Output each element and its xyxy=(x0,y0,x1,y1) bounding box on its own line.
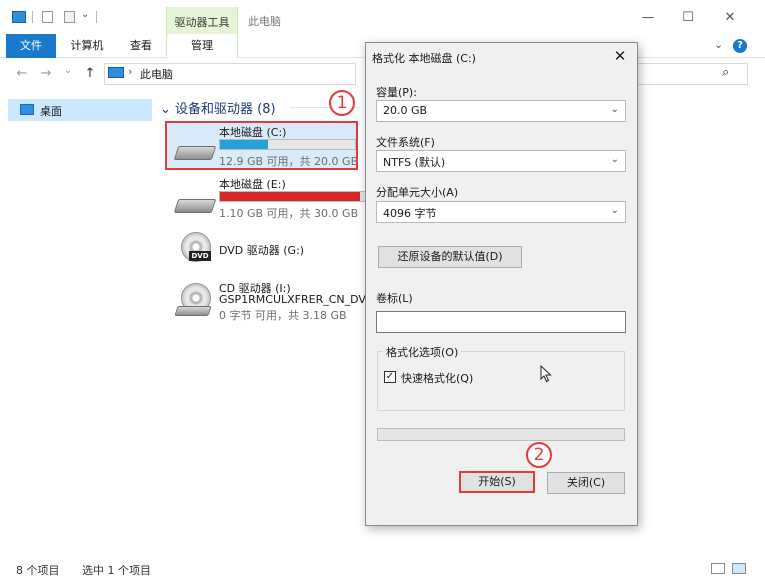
nav-item-label: 桌面 xyxy=(40,105,62,118)
capacity-select[interactable]: 20.0 GB ⌄ xyxy=(376,100,626,122)
close-button[interactable]: ✕ xyxy=(718,10,742,26)
format-progress-bar xyxy=(377,428,625,441)
drive-g-name[interactable]: DVD 驱动器 (G:) xyxy=(219,242,304,258)
alloc-unit-select[interactable]: 4096 字节 ⌄ xyxy=(376,201,626,223)
alloc-unit-value: 4096 字节 xyxy=(383,207,437,220)
back-icon[interactable]: ← xyxy=(14,66,30,81)
volume-label-label: 卷标(L) xyxy=(376,292,413,305)
toolbar-divider xyxy=(96,11,97,23)
capacity-label: 容量(P): xyxy=(376,86,417,99)
breadcrumb-this-pc[interactable]: 此电脑 xyxy=(140,66,173,82)
quick-format-checkbox[interactable]: ✓ xyxy=(384,371,396,383)
filesystem-value: NTFS (默认) xyxy=(383,156,446,169)
customize-toolbar-icon[interactable]: ⌄ xyxy=(81,9,89,20)
desktop-icon xyxy=(20,104,34,115)
dvd-tag: DVD xyxy=(189,251,211,261)
search-box[interactable] xyxy=(636,63,748,85)
callout-1: 1 xyxy=(329,90,355,116)
this-pc-icon xyxy=(108,67,124,78)
drive-c-usage-fill xyxy=(220,140,268,149)
filesystem-label: 文件系统(F) xyxy=(376,136,435,149)
drive-c-name: 本地磁盘 (C:) xyxy=(219,126,287,139)
tab-view[interactable]: 查看 xyxy=(122,34,160,58)
new-folder-icon[interactable] xyxy=(64,11,75,23)
drive-e-name[interactable]: 本地磁盘 (E:) xyxy=(219,176,286,192)
chevron-down-icon: ⌄ xyxy=(610,205,619,216)
dialog-close-icon[interactable]: ✕ xyxy=(608,46,632,66)
drive-e-usage-bar xyxy=(219,191,365,202)
recent-locations-icon[interactable]: ⌄ xyxy=(60,65,76,76)
details-view-icon[interactable] xyxy=(711,563,725,574)
chevron-down-icon: ⌄ xyxy=(610,154,619,165)
tab-computer[interactable]: 计算机 xyxy=(64,34,110,58)
drive-e-usage-fill xyxy=(220,192,360,201)
help-icon[interactable]: ? xyxy=(733,39,747,53)
computer-icon xyxy=(12,11,26,23)
tab-file[interactable]: 文件 xyxy=(6,34,56,58)
start-button[interactable]: 开始(S) xyxy=(459,471,535,493)
capacity-value: 20.0 GB xyxy=(383,104,428,117)
alloc-unit-label: 分配单元大小(A) xyxy=(376,186,459,199)
volume-label-input[interactable] xyxy=(376,311,626,333)
hard-drive-icon xyxy=(173,146,217,160)
check-icon: ✓ xyxy=(385,371,395,382)
tab-manage[interactable]: 管理 xyxy=(166,34,238,58)
filesystem-select[interactable]: NTFS (默认) ⌄ xyxy=(376,150,626,172)
quick-format-label: 快速格式化(Q) xyxy=(401,372,474,385)
dialog-title: 格式化 本地磁盘 (C:) xyxy=(372,52,476,65)
forward-icon[interactable]: → xyxy=(38,66,54,81)
restore-defaults-button[interactable]: 还原设备的默认值(D) xyxy=(378,246,522,268)
large-icons-view-icon[interactable] xyxy=(732,563,746,574)
status-selected-count: 选中 1 个项目 xyxy=(82,564,151,577)
status-item-count: 8 个项目 xyxy=(16,564,60,577)
window-title: 此电脑 xyxy=(248,15,281,28)
properties-icon[interactable] xyxy=(42,11,53,23)
drive-tools-header: 驱动器工具 xyxy=(166,7,238,34)
ribbon-expand-icon[interactable]: ⌄ xyxy=(714,38,723,51)
breadcrumb-separator: › xyxy=(128,65,133,78)
drive-i-info: 0 字节 可用，共 3.18 GB xyxy=(219,309,347,322)
close-dialog-button[interactable]: 关闭(C) xyxy=(547,472,625,494)
hard-drive-icon xyxy=(173,199,217,213)
format-options-title: 格式化选项(O) xyxy=(383,344,462,360)
search-icon[interactable]: ⌕ xyxy=(722,65,729,80)
chevron-down-icon: ⌄ xyxy=(610,104,619,115)
drive-i-label: GSP1RMCULXFRER_CN_DVD xyxy=(219,293,365,306)
drive-c-info: 12.9 GB 可用，共 20.0 GB xyxy=(219,155,356,168)
callout-2: 2 xyxy=(526,442,552,468)
up-icon[interactable]: ↑ xyxy=(82,66,98,81)
maximize-button[interactable]: ☐ xyxy=(676,10,700,26)
toolbar-divider xyxy=(32,11,33,23)
drive-c-usage-bar xyxy=(219,139,356,150)
drive-e-info: 1.10 GB 可用，共 30.0 GB xyxy=(219,207,359,220)
minimize-button[interactable]: — xyxy=(636,10,660,26)
section-header-label: 设备和驱动器 (8) xyxy=(175,102,276,117)
cd-drive-base-icon xyxy=(174,306,212,316)
mouse-cursor-icon xyxy=(540,365,552,383)
section-header-devices[interactable]: ⌄ 设备和驱动器 (8) xyxy=(160,98,276,117)
